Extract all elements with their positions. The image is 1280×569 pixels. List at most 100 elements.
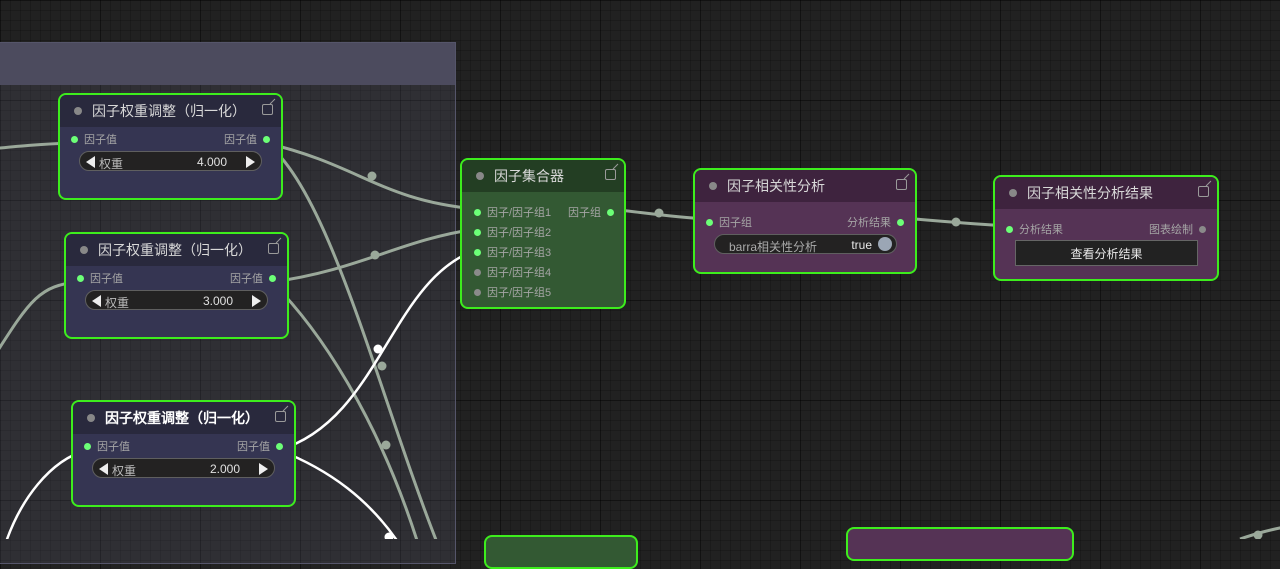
node-title: 因子权重调整（归一化） <box>98 242 252 258</box>
weight-number-widget[interactable]: 权重 3.000 <box>85 290 268 310</box>
link-highlight <box>278 448 398 539</box>
edit-icon[interactable] <box>275 411 286 422</box>
slot-dot-icon <box>474 288 481 296</box>
output-slot[interactable]: 因子值 <box>224 131 270 147</box>
correlation-result-node[interactable]: 因子相关性分析结果 分析结果 图表绘制 查看分析结果 <box>993 175 1219 281</box>
toggle-knob-icon[interactable] <box>878 237 892 251</box>
slot-dot-icon <box>77 274 84 282</box>
output-slot[interactable]: 因子值 <box>237 438 283 454</box>
input-slot[interactable]: 因子值 <box>71 131 117 147</box>
collapse-dot-icon[interactable] <box>476 172 484 180</box>
link-midpoint <box>373 344 383 354</box>
slot-label: 分析结果 <box>1019 224 1063 236</box>
node-title-bar[interactable]: 因子权重调整（归一化） <box>66 234 287 266</box>
view-results-button[interactable]: 查看分析结果 <box>1015 240 1198 266</box>
partial-node-bottom-left[interactable] <box>484 535 638 569</box>
factor-combiner-node[interactable]: 因子集合器 因子/因子组1 因子/因子组2 因子/因子组3 因子/因子组4 因子… <box>460 158 626 309</box>
slot-label: 因子值 <box>230 273 263 285</box>
slot-label: 因子值 <box>90 273 123 285</box>
slot-dot-icon <box>1199 225 1206 233</box>
input-slot-3[interactable]: 因子/因子组3 <box>474 244 551 260</box>
weight-node-1[interactable]: 因子权重调整（归一化） 因子值 因子值 权重 4.000 <box>58 93 283 200</box>
decrement-arrow-icon[interactable] <box>86 156 95 168</box>
slot-label: 因子值 <box>97 441 130 453</box>
slot-dot-icon <box>276 442 283 450</box>
slot-label: 分析结果 <box>847 217 891 229</box>
slot-dot-icon <box>474 228 481 236</box>
weight-number-widget[interactable]: 权重 4.000 <box>79 151 262 171</box>
slot-dot-icon <box>269 274 276 282</box>
slot-label: 因子组 <box>719 217 752 229</box>
slot-dot-icon <box>607 208 614 216</box>
link-midpoint <box>951 217 961 227</box>
input-slot[interactable]: 因子值 <box>84 438 130 454</box>
input-slot-1[interactable]: 因子/因子组1 <box>474 204 551 220</box>
slot-dot-icon <box>474 268 481 276</box>
slot-label: 因子/因子组4 <box>487 267 552 279</box>
increment-arrow-icon[interactable] <box>246 156 255 168</box>
input-slot[interactable]: 因子值 <box>77 270 123 286</box>
node-title: 因子相关性分析结果 <box>1027 185 1153 201</box>
node-title-bar[interactable]: 因子权重调整（归一化） <box>73 402 294 434</box>
slot-dot-icon <box>474 208 481 216</box>
edit-icon[interactable] <box>268 243 279 254</box>
slot-dot-icon <box>84 442 91 450</box>
widget-label: 权重 <box>99 157 124 171</box>
link-midpoint <box>377 361 387 371</box>
node-title: 因子集合器 <box>494 168 564 184</box>
edit-icon[interactable] <box>896 179 907 190</box>
input-slot[interactable]: 因子组 <box>706 214 752 230</box>
slot-label: 因子/因子组1 <box>487 207 552 219</box>
slot-label: 因子/因子组2 <box>487 227 552 239</box>
decrement-arrow-icon[interactable] <box>99 463 108 475</box>
barra-toggle-widget[interactable]: barra相关性分析 true <box>714 234 897 254</box>
input-slot-4[interactable]: 因子/因子组4 <box>474 264 551 280</box>
increment-arrow-icon[interactable] <box>259 463 268 475</box>
collapse-dot-icon[interactable] <box>87 414 95 422</box>
node-title-bar[interactable]: 因子相关性分析结果 <box>995 177 1217 209</box>
weight-node-3[interactable]: 因子权重调整（归一化） 因子值 因子值 权重 2.000 <box>71 400 296 507</box>
output-slot[interactable]: 因子组 <box>568 204 614 220</box>
toggle-label: barra相关性分析 <box>729 240 818 254</box>
weight-node-2[interactable]: 因子权重调整（归一化） 因子值 因子值 权重 3.000 <box>64 232 289 339</box>
link-midpoint <box>370 250 380 260</box>
slot-label: 因子值 <box>224 134 257 146</box>
toggle-value: true <box>851 238 872 252</box>
slot-label: 因子值 <box>84 134 117 146</box>
input-slot-2[interactable]: 因子/因子组2 <box>474 224 551 240</box>
decrement-arrow-icon[interactable] <box>92 295 101 307</box>
collapse-dot-icon[interactable] <box>80 246 88 254</box>
output-slot[interactable]: 图表绘制 <box>1149 221 1206 237</box>
slot-label: 因子/因子组3 <box>487 247 552 259</box>
node-title: 因子相关性分析 <box>727 178 825 194</box>
output-slot[interactable]: 因子值 <box>230 270 276 286</box>
output-slot[interactable]: 分析结果 <box>847 214 904 230</box>
edit-icon[interactable] <box>1198 186 1209 197</box>
slot-dot-icon <box>1006 225 1013 233</box>
widget-value: 3.000 <box>202 294 233 308</box>
collapse-dot-icon[interactable] <box>1009 189 1017 197</box>
correlation-analysis-node[interactable]: 因子相关性分析 因子组 分析结果 barra相关性分析 true <box>693 168 917 274</box>
slot-dot-icon <box>706 218 713 226</box>
slot-label: 因子/因子组5 <box>487 287 552 299</box>
slot-dot-icon <box>897 218 904 226</box>
slot-label: 因子组 <box>568 207 601 219</box>
widget-value: 4.000 <box>196 155 227 169</box>
slot-dot-icon <box>71 135 78 143</box>
weight-number-widget[interactable]: 权重 2.000 <box>92 458 275 478</box>
node-title-bar[interactable]: 因子集合器 <box>462 160 624 192</box>
node-title: 因子权重调整（归一化） <box>92 103 246 119</box>
collapse-dot-icon[interactable] <box>74 107 82 115</box>
edit-icon[interactable] <box>262 104 273 115</box>
collapse-dot-icon[interactable] <box>709 182 717 190</box>
partial-node-bottom-right[interactable] <box>846 527 1074 561</box>
node-title-bar[interactable]: 因子相关性分析 <box>695 170 915 202</box>
increment-arrow-icon[interactable] <box>252 295 261 307</box>
node-title-bar[interactable]: 因子权重调整（归一化） <box>60 95 281 127</box>
input-slot[interactable]: 分析结果 <box>1006 221 1063 237</box>
slot-dot-icon <box>474 248 481 256</box>
slot-label: 因子值 <box>237 441 270 453</box>
link-midpoint <box>654 208 664 218</box>
input-slot-5[interactable]: 因子/因子组5 <box>474 284 551 300</box>
edit-icon[interactable] <box>605 169 616 180</box>
